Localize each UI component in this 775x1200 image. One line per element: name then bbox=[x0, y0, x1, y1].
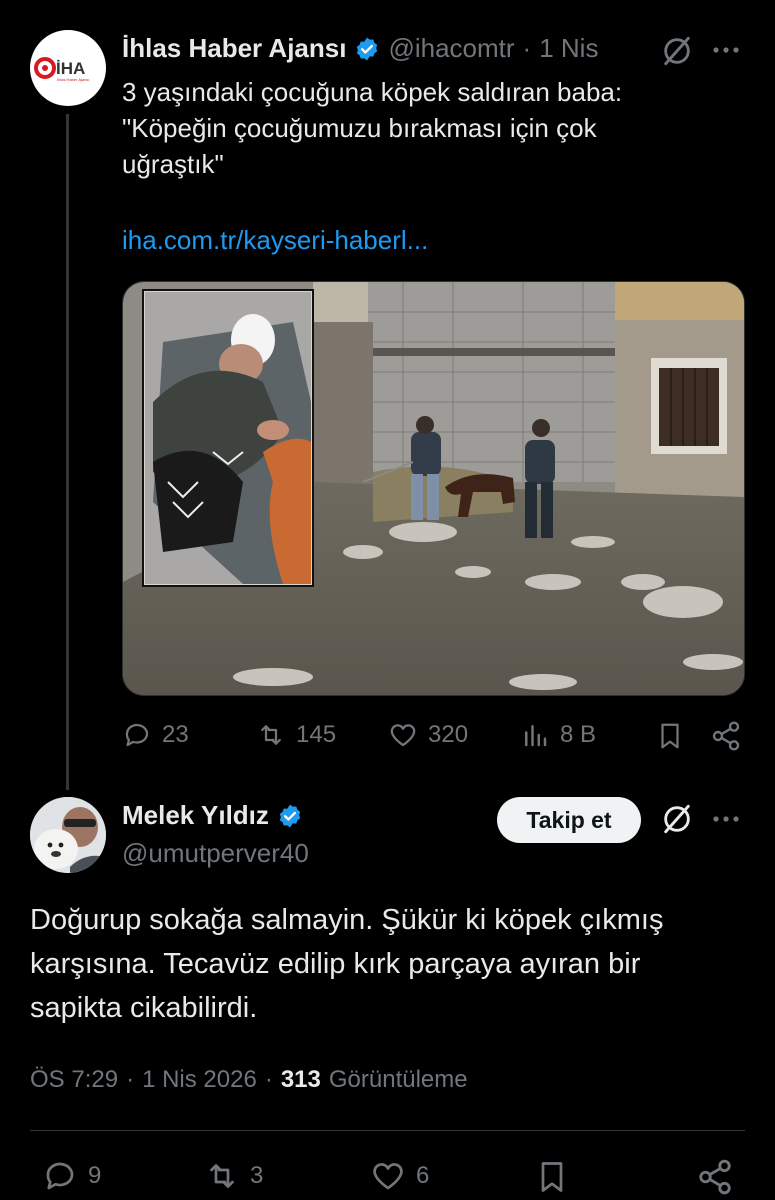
repost-button[interactable]: 145 bbox=[256, 720, 336, 750]
more-icon[interactable] bbox=[710, 38, 742, 62]
reply-icon bbox=[125, 723, 149, 747]
views-count: 313 bbox=[280, 1066, 321, 1093]
separator-dot: · bbox=[264, 1066, 273, 1093]
repost-icon bbox=[261, 725, 281, 745]
article-link[interactable]: iha.com.tr/kayseri-haberl... bbox=[122, 225, 428, 256]
tweet-text-line: karşısına. Tecavüz edilip kırk parçaya a… bbox=[30, 948, 641, 980]
tweet-text-line: "Köpeğin çocuğumuzu bırakması için çok bbox=[122, 113, 597, 143]
iha-logo-icon: İHA İhlas Haber Ajansı bbox=[34, 57, 89, 82]
reply-icon bbox=[46, 1162, 74, 1190]
tweet-text-line: uğraştık" bbox=[122, 149, 224, 179]
tweet-text-line: 3 yaşındaki çocuğuna köpek saldıran baba… bbox=[122, 77, 623, 107]
repost-count: 3 bbox=[250, 1162, 264, 1189]
reply-button[interactable]: 23 bbox=[122, 720, 189, 750]
tweet-text-line: sapikta cikabilirdi. bbox=[30, 992, 258, 1024]
divider bbox=[30, 1130, 745, 1131]
ihlas-avatar[interactable]: İHA İhlas Haber Ajansı bbox=[30, 30, 106, 106]
tweet-text-line: Doğurup sokağa salmayin. Şükür ki köpek … bbox=[30, 904, 664, 936]
tweet-date[interactable]: 1 Nis 2026 bbox=[142, 1066, 257, 1094]
grok-icon[interactable] bbox=[660, 34, 694, 68]
thread-connector-line bbox=[66, 114, 69, 790]
author-handle[interactable]: @ihacomtr bbox=[388, 33, 514, 64]
repost-icon bbox=[210, 1164, 234, 1188]
bookmark-icon[interactable] bbox=[655, 720, 685, 752]
views-button[interactable]: 8 B bbox=[520, 720, 596, 750]
tweet-timestamp[interactable]: ÖS 7:29 bbox=[30, 1066, 118, 1094]
bookmark-icon[interactable] bbox=[534, 1158, 570, 1196]
tweet-time[interactable]: 1 Nis bbox=[539, 33, 598, 64]
like-count: 6 bbox=[416, 1162, 430, 1189]
repost-button[interactable]: 3 bbox=[204, 1158, 263, 1194]
like-button[interactable]: 6 bbox=[370, 1158, 429, 1194]
iha-logo-subtext: İhlas Haber Ajansı bbox=[57, 77, 89, 82]
separator-dot: · bbox=[126, 1066, 135, 1093]
share-icon[interactable] bbox=[710, 720, 742, 752]
author-name[interactable]: İhlas Haber Ajansı bbox=[122, 33, 346, 64]
repost-count: 145 bbox=[296, 721, 337, 748]
tweet-meta: ÖS 7:29 · 1 Nis 2026 · 313 Görüntüleme bbox=[30, 1066, 468, 1094]
verified-badge-icon bbox=[357, 37, 378, 60]
more-icon[interactable] bbox=[710, 807, 742, 831]
views-count: 8 B bbox=[560, 721, 597, 748]
views-label: Görüntüleme bbox=[328, 1066, 468, 1093]
share-icon[interactable] bbox=[696, 1158, 734, 1196]
like-button[interactable]: 320 bbox=[388, 720, 468, 750]
reply-tweet-header: Melek Yıldız bbox=[122, 800, 303, 831]
like-icon bbox=[390, 724, 416, 747]
author-handle[interactable]: @umutperver40 bbox=[122, 838, 309, 869]
reply-button[interactable]: 9 bbox=[42, 1158, 101, 1194]
melek-avatar[interactable] bbox=[30, 797, 106, 873]
iha-logo-text: İHA bbox=[56, 59, 85, 78]
original-tweet-text: 3 yaşındaki çocuğuna köpek saldıran baba… bbox=[122, 74, 732, 182]
author-name[interactable]: Melek Yıldız bbox=[122, 800, 269, 831]
like-icon bbox=[373, 1163, 403, 1190]
like-count: 320 bbox=[428, 721, 469, 748]
verified-badge-icon bbox=[279, 804, 301, 827]
reply-tweet-text: Doğurup sokağa salmayin. Şükür ki köpek … bbox=[30, 898, 750, 1030]
reply-count: 9 bbox=[88, 1162, 102, 1189]
reply-count: 23 bbox=[162, 721, 189, 748]
separator-dot: · bbox=[522, 33, 532, 63]
tweet-media-image[interactable] bbox=[122, 281, 745, 696]
views-icon bbox=[525, 725, 547, 747]
grok-icon[interactable] bbox=[660, 802, 694, 836]
follow-button[interactable]: Takip et bbox=[497, 797, 641, 843]
original-tweet-header: İhlas Haber Ajansı @ihacomtr · 1 Nis bbox=[122, 33, 598, 64]
